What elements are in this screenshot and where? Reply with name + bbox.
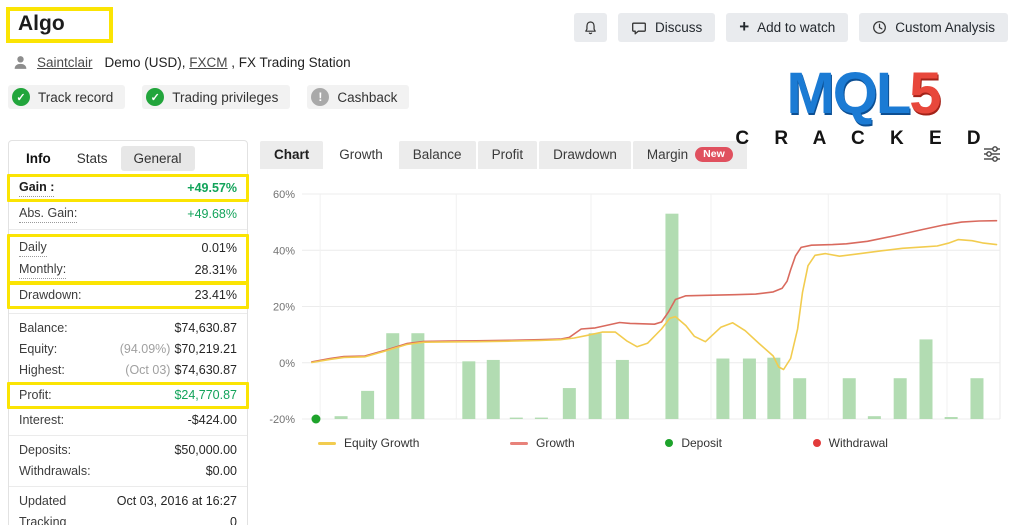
stat-row-balance: Balance: $74,630.87 [9,318,247,339]
verification-badges: ✓ Track record ✓ Trading privileges ! Ca… [8,85,409,109]
tab-profit[interactable]: Profit [478,141,538,169]
stat-row-withdrawals: Withdrawals: $0.00 [9,461,247,482]
svg-text:40%: 40% [273,245,295,257]
divider [9,229,247,230]
tab-stats[interactable]: Stats [64,146,121,171]
page-title: Algo [18,12,65,36]
signal-page: Algo Discuss + Add to watch Custom Analy… [0,0,1024,525]
info-panel-tabs: Info Stats General [9,141,247,173]
tab-general[interactable]: General [121,146,195,171]
badge-track-record: ✓ Track record [8,85,125,109]
add-to-watch-button[interactable]: + Add to watch [726,13,848,42]
withdrawal-swatch [813,439,821,447]
plus-icon: + [739,18,749,35]
exclamation-icon: ! [311,88,329,106]
legend-deposit: Deposit [665,436,722,450]
header-actions: Discuss + Add to watch Custom Analysis [574,13,1008,42]
growth-chart-svg: 60%40%20%0%-20%Aug 16, '16Aug 29, '16Sep… [260,174,1008,426]
chart-settings-icon[interactable] [982,144,1002,169]
profit-highlight-box: Profit: $24,770.87 [7,382,249,409]
legend-growth: Growth [510,436,575,450]
svg-text:20%: 20% [273,302,295,314]
custom-analysis-label: Custom Analysis [895,20,995,35]
clock-icon [872,20,887,35]
divider [9,435,247,436]
stat-row-tracking: Tracking 0 [9,512,247,525]
stat-row-profit: Profit: $24,770.87 [10,385,246,406]
stat-row-daily: Daily 0.01% [10,237,246,259]
chart-panel: Chart Growth Balance Profit Drawdown Mar… [260,140,1008,450]
discuss-button[interactable]: Discuss [618,13,715,42]
chart-legend: Equity Growth Growth Deposit Withdrawal [260,426,1008,450]
stat-row-monthly: Monthly: 28.31% [10,259,246,281]
svg-text:0%: 0% [279,358,295,370]
stat-row-gain: Gain : +49.57% [10,177,246,199]
new-badge: New [695,147,733,162]
legend-equity-growth: Equity Growth [318,436,419,450]
daily-monthly-highlight-box: Daily 0.01% Monthly: 28.31% [7,234,249,284]
discuss-label: Discuss [655,20,702,35]
speech-bubble-icon [631,20,647,36]
broker-link[interactable]: FXCM [189,55,227,70]
divider [9,313,247,314]
equity-growth-swatch [318,442,336,445]
check-icon: ✓ [12,88,30,106]
chart-tabs: Chart Growth Balance Profit Drawdown Mar… [260,140,1008,170]
stat-row-interest: Interest: -$424.00 [9,410,247,431]
legend-withdrawal: Withdrawal [813,436,888,450]
tab-chart[interactable]: Chart [260,141,323,169]
stat-row-highest: Highest: (Oct 03)$74,630.87 [9,360,247,381]
title-highlight-box: Algo [6,7,113,43]
divider [9,486,247,487]
svg-text:60%: 60% [273,189,295,201]
drawdown-highlight-box: Drawdown: 23.41% [7,282,249,309]
stat-row-deposits: Deposits: $50,000.00 [9,440,247,461]
mql5-cracked-watermark: MQL5 C R A C K E D [728,64,998,150]
check-icon: ✓ [146,88,164,106]
tab-growth[interactable]: Growth [325,141,397,169]
stat-row-equity: Equity: (94.09%)$70,219.21 [9,339,247,360]
custom-analysis-button[interactable]: Custom Analysis [859,13,1008,42]
stat-row-drawdown: Drawdown: 23.41% [10,285,246,306]
add-to-watch-label: Add to watch [757,20,835,35]
signal-info-panel: Info Stats General Gain : +49.57% Abs. G… [8,140,248,525]
stat-row-updated: Updated Oct 03, 2016 at 16:27 [9,491,247,512]
tab-drawdown[interactable]: Drawdown [539,141,631,169]
growth-chart[interactable]: 60%40%20%0%-20%Aug 16, '16Aug 29, '16Sep… [260,174,1008,426]
svg-text:-20%: -20% [269,414,295,426]
account-description: Demo (USD), FXCM , FX Trading Station [105,55,351,70]
deposit-swatch [665,439,673,447]
gain-highlight-box: Gain : +49.57% [7,174,249,202]
badge-cashback: ! Cashback [307,85,409,109]
tab-margin[interactable]: MarginNew [633,141,747,169]
notifications-button[interactable] [574,13,607,42]
bell-icon [583,20,598,36]
user-avatar-icon [12,54,29,71]
tab-info[interactable]: Info [13,146,64,171]
stat-row-abs-gain: Abs. Gain: +49.68% [9,203,247,225]
growth-swatch [510,442,528,445]
mql5-logo: MQL5 [728,64,998,124]
account-info-row: Saintclair Demo (USD), FXCM , FX Trading… [12,54,351,71]
badge-trading-privileges: ✓ Trading privileges [142,85,290,109]
author-link[interactable]: Saintclair [37,55,93,70]
tab-balance[interactable]: Balance [399,141,476,169]
